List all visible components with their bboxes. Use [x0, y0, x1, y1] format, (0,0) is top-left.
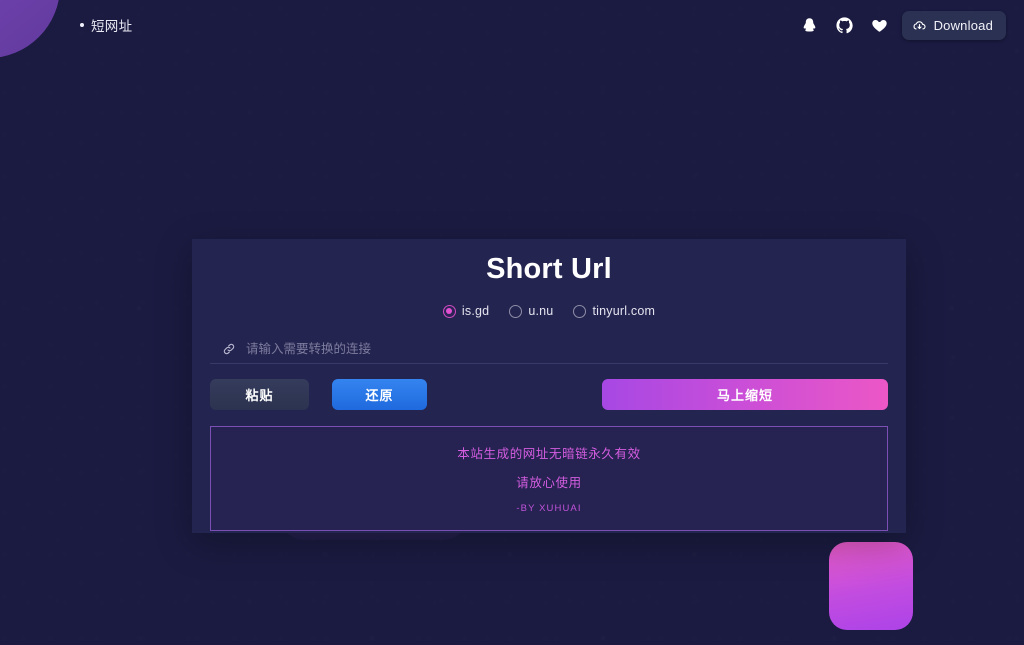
action-button-row: 粘贴 还原 马上缩短	[210, 379, 888, 410]
qq-icon[interactable]	[801, 17, 818, 34]
provider-option-isgd[interactable]: is.gd	[442, 304, 490, 318]
decorative-shape-bottom-right	[829, 542, 913, 630]
provider-option-tinyurl[interactable]: tinyurl.com	[573, 304, 655, 318]
url-field	[210, 334, 888, 364]
cloud-download-icon	[912, 18, 927, 33]
url-input[interactable]	[246, 341, 876, 356]
link-icon	[222, 342, 236, 356]
app-root: 短网址 Download Short Url is.gd u.nu tinyur…	[0, 0, 1024, 645]
page-title: Short Url	[486, 253, 612, 285]
short-url-card: Short Url is.gd u.nu tinyurl.com 请输入需要转换…	[192, 239, 906, 533]
restore-button[interactable]: 还原	[332, 379, 427, 410]
radio-mark-isgd	[442, 304, 456, 318]
radio-mark-unu	[509, 304, 523, 318]
provider-radio-group: is.gd u.nu tinyurl.com	[192, 304, 906, 318]
top-bar-icon-group	[801, 16, 888, 34]
brand-label: 短网址	[91, 19, 133, 34]
notice-author: -BY XUHUAI	[516, 503, 582, 514]
github-icon[interactable]	[836, 16, 853, 34]
download-button[interactable]: Download	[901, 10, 1006, 40]
notice-line-2: 请放心使用	[516, 476, 582, 490]
heart-icon[interactable]	[871, 17, 888, 34]
download-button-label: Download	[933, 17, 993, 33]
brand: 短网址	[80, 15, 132, 35]
notice-box: 本站生成的网址无暗链永久有效 请放心使用 -BY XUHUAI	[210, 426, 888, 531]
provider-option-unu[interactable]: u.nu	[509, 304, 553, 318]
notice-line-1: 本站生成的网址无暗链永久有效	[457, 447, 641, 461]
provider-label-isgd: is.gd	[461, 304, 490, 318]
provider-label-unu: u.nu	[528, 304, 554, 318]
radio-mark-tinyurl	[573, 304, 587, 318]
paste-button[interactable]: 粘贴	[210, 379, 309, 410]
top-bar: 短网址 Download	[0, 0, 1024, 50]
shorten-button[interactable]: 马上缩短	[602, 379, 888, 410]
dot-icon	[80, 23, 84, 27]
provider-label-tinyurl: tinyurl.com	[592, 304, 656, 318]
